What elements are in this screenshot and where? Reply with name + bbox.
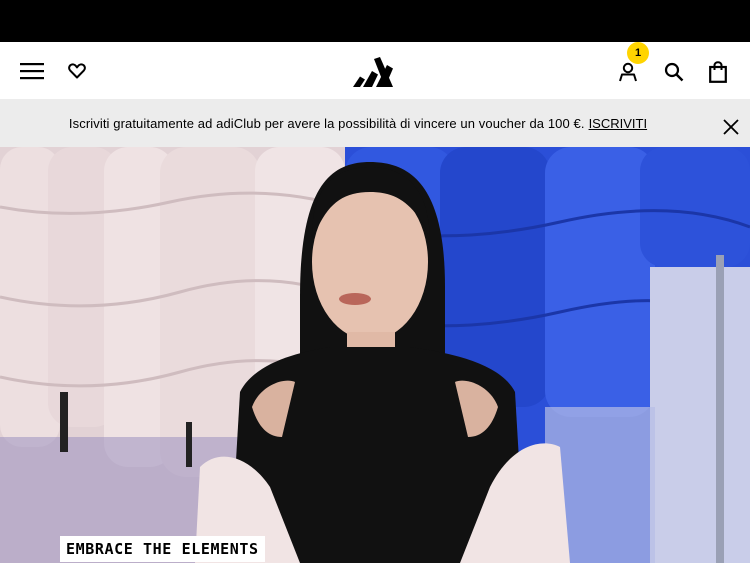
hamburger-menu-icon [20,63,44,80]
hero-tagline-text: EMBRACE THE ELEMENTS [66,540,259,558]
adidas-logo[interactable] [348,54,402,90]
menu-button[interactable] [18,59,46,83]
hero-banner[interactable] [0,147,750,563]
hero-image [0,147,750,563]
adiclub-promo-banner: Iscriviti gratuitamente ad adiClub per a… [0,99,750,147]
user-icon [619,62,637,82]
search-icon [664,62,684,82]
site-header: 1 [0,42,750,99]
shopping-bag-icon [709,61,727,83]
heart-icon [68,63,86,79]
account-notification-badge: 1 [627,42,649,64]
close-icon [723,119,739,135]
shopping-bag-button[interactable] [703,58,733,86]
promo-text: Iscriviti gratuitamente ad adiClub per a… [68,115,585,131]
promo-signup-link[interactable]: ISCRIVITI [589,116,648,131]
hero-tagline: EMBRACE THE ELEMENTS [60,536,265,562]
wishlist-button[interactable] [64,59,90,83]
search-button[interactable] [659,58,689,86]
top-black-bar [0,0,750,42]
promo-close-button[interactable] [720,116,742,138]
